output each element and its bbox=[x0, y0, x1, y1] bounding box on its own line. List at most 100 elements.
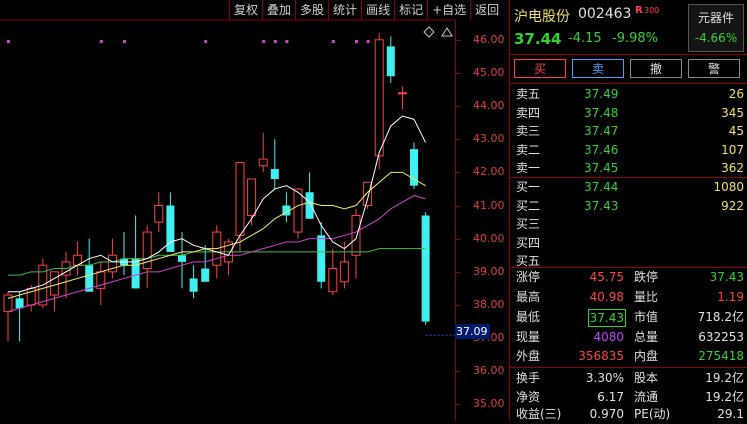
bid-row[interactable]: 买四 bbox=[510, 234, 747, 253]
sell-button[interactable]: 卖 bbox=[572, 59, 624, 78]
toolbar-btn-biaoji[interactable]: 标记 bbox=[394, 0, 427, 20]
candle-body bbox=[351, 214, 361, 256]
kline-chart-area[interactable]: 46.00 45.00 44.00 43.00 42.00 41.00 40.00 39.00… bbox=[0, 0, 509, 421]
ask-volume: 345 bbox=[721, 105, 744, 120]
chart-toolbar: 复权 叠加 多股 统计 画线 标记 +自选 返回 bbox=[229, 0, 503, 20]
buy-button[interactable]: 买 bbox=[514, 59, 566, 78]
price-axis-tick: 41.00 bbox=[473, 198, 505, 212]
candle-body bbox=[305, 192, 314, 219]
candle[interactable] bbox=[328, 248, 338, 296]
ask-row[interactable]: 卖四 37.48 345 bbox=[510, 104, 747, 123]
diamond-icon[interactable] bbox=[423, 26, 435, 38]
bid-price: 37.43 bbox=[584, 198, 619, 213]
ask-volume: 45 bbox=[728, 124, 744, 139]
candle[interactable] bbox=[410, 142, 418, 189]
limit-down-label: 跌停 bbox=[634, 270, 659, 284]
candle[interactable] bbox=[235, 161, 245, 252]
pe-value: 29.1 bbox=[717, 407, 744, 421]
price-axis-tick: 42.00 bbox=[473, 165, 505, 179]
total-vol-value: 632253 bbox=[698, 330, 744, 344]
candle-body bbox=[374, 39, 384, 157]
bid-volume: 922 bbox=[721, 198, 744, 213]
ask-volume: 107 bbox=[721, 142, 744, 157]
toolbar-btn-fanhui[interactable]: 返回 bbox=[470, 0, 503, 20]
signal-marker bbox=[273, 40, 277, 43]
candle-body bbox=[247, 178, 257, 216]
candle-body bbox=[154, 205, 164, 223]
ask-row[interactable]: 卖五 37.49 26 bbox=[510, 85, 747, 104]
sector-box[interactable]: 元器件 -4.66% bbox=[688, 4, 744, 52]
candle[interactable] bbox=[293, 188, 303, 239]
candle[interactable] bbox=[386, 36, 395, 83]
ask-row[interactable]: 卖二 37.46 107 bbox=[510, 141, 747, 160]
low-value: 37.43 bbox=[587, 309, 626, 327]
toolbar-btn-tongji[interactable]: 统计 bbox=[328, 0, 361, 20]
ask-row[interactable]: 卖三 37.47 45 bbox=[510, 122, 747, 141]
ask-price: 37.48 bbox=[584, 105, 619, 120]
stock-code: 002463 bbox=[578, 6, 632, 22]
candle[interactable] bbox=[270, 139, 279, 189]
candle[interactable] bbox=[61, 251, 71, 299]
candle[interactable] bbox=[120, 232, 128, 276]
outer-value: 356835 bbox=[578, 349, 624, 363]
price-axis-tick: 39.00 bbox=[473, 264, 505, 278]
kline-chart[interactable] bbox=[0, 0, 455, 421]
eps-value: 0.970 bbox=[589, 407, 624, 421]
candle-body bbox=[178, 255, 186, 262]
toolbar-btn-duogu[interactable]: 多股 bbox=[295, 0, 328, 20]
candle[interactable] bbox=[351, 208, 361, 279]
equity-value: 19.2亿 bbox=[705, 371, 744, 385]
candle[interactable] bbox=[201, 245, 210, 282]
ask-label: 卖五 bbox=[516, 87, 541, 101]
candle[interactable] bbox=[96, 261, 106, 305]
candle[interactable] bbox=[3, 291, 13, 342]
candle[interactable] bbox=[282, 192, 291, 223]
signal-marker bbox=[366, 40, 370, 43]
bid-row[interactable]: 买二 37.43 922 bbox=[510, 197, 747, 216]
candle[interactable] bbox=[107, 238, 117, 279]
outer-label: 外盘 bbox=[516, 349, 541, 363]
signal-marker bbox=[7, 40, 10, 43]
candle[interactable] bbox=[374, 33, 384, 170]
price-axis-tick: 35.00 bbox=[473, 397, 505, 411]
vol-ratio-label: 量比 bbox=[634, 290, 659, 304]
ask-price: 37.49 bbox=[584, 87, 619, 101]
signal-marker bbox=[331, 40, 335, 43]
candle[interactable] bbox=[154, 192, 164, 233]
candle[interactable] bbox=[15, 291, 24, 342]
high-label: 最高 bbox=[516, 290, 541, 304]
limit-up-label: 涨停 bbox=[516, 270, 541, 284]
bid-row[interactable]: 买一 37.44 1080 bbox=[510, 178, 747, 197]
candle-body bbox=[201, 268, 210, 282]
price-axis: 46.00 45.00 44.00 43.00 42.00 41.00 40.00 39.00… bbox=[455, 20, 509, 421]
candle[interactable] bbox=[258, 132, 268, 173]
current-price: 37.44 bbox=[514, 30, 562, 48]
toolbar-btn-diejia[interactable]: 叠加 bbox=[262, 0, 295, 20]
price-axis-tick: 44.00 bbox=[473, 99, 505, 113]
candle[interactable] bbox=[305, 172, 314, 219]
candle[interactable] bbox=[166, 192, 175, 252]
candle[interactable] bbox=[421, 212, 430, 325]
limit-down-value: 37.43 bbox=[709, 270, 744, 284]
ask-row[interactable]: 卖一 37.45 362 bbox=[510, 159, 747, 178]
candle[interactable] bbox=[189, 265, 198, 299]
pe-label: PE(动) bbox=[634, 407, 671, 421]
vol-ratio-value: 1.19 bbox=[717, 290, 744, 304]
bid-row[interactable]: 买三 bbox=[510, 215, 747, 234]
candle[interactable] bbox=[49, 271, 59, 312]
turnover-value: 3.30% bbox=[585, 371, 624, 385]
candle[interactable] bbox=[73, 241, 83, 276]
bid-label: 买一 bbox=[516, 180, 541, 194]
alert-button[interactable]: 警 bbox=[688, 59, 740, 78]
candle[interactable] bbox=[397, 86, 407, 110]
candle[interactable] bbox=[131, 215, 140, 289]
toolbar-btn-zixuan[interactable]: +自选 bbox=[427, 0, 470, 20]
toolbar-btn-fuquan[interactable]: 复权 bbox=[229, 0, 262, 20]
toolbar-btn-huaxian[interactable]: 画线 bbox=[361, 0, 394, 20]
caret-up-icon[interactable] bbox=[441, 26, 453, 38]
candle[interactable] bbox=[317, 222, 326, 289]
candle-body bbox=[421, 215, 430, 322]
cancel-button[interactable]: 撤 bbox=[630, 59, 682, 78]
high-value: 40.98 bbox=[589, 290, 624, 304]
price-axis-tick: 45.00 bbox=[473, 65, 505, 79]
